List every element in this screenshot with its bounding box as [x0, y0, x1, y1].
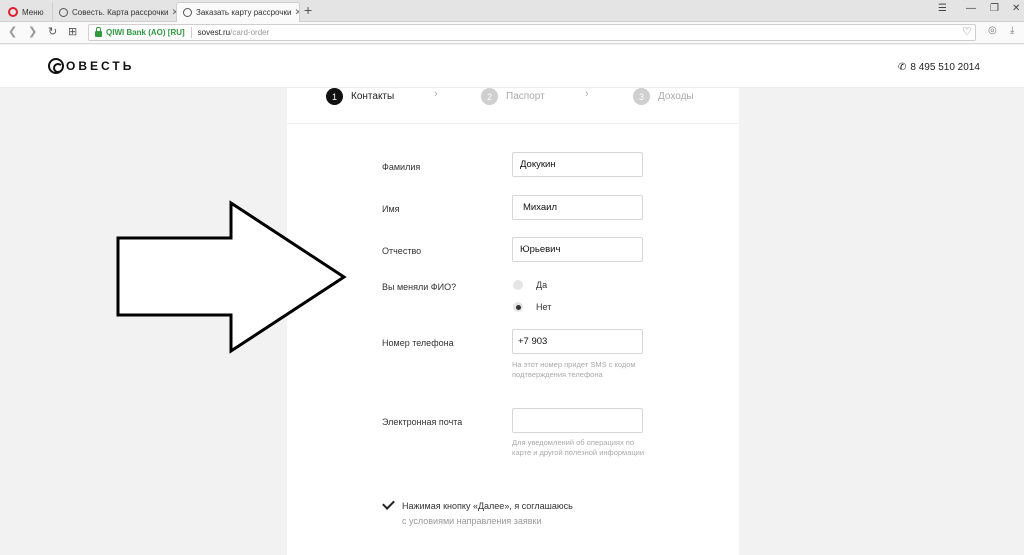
agree-text: Нажимая кнопку «Далее», я соглашаюсь	[402, 501, 573, 511]
url-host: sovest.ru	[197, 28, 231, 37]
name-changed-yes-radio[interactable]: Да	[513, 280, 547, 290]
address-bar: ❮ ❯ ↻ ⊞ QIWI Bank (AO) [RU] sovest.ru /c…	[0, 22, 1024, 44]
url-field[interactable]: QIWI Bank (AO) [RU] sovest.ru /card-orde…	[88, 24, 976, 41]
phone-number: 8 495 510 2014	[910, 62, 980, 73]
minimize-icon[interactable]: —	[966, 3, 976, 14]
checkmark-icon[interactable]	[382, 499, 394, 509]
phone-icon: ✆	[898, 62, 907, 73]
step-progress: 1 Контакты › 2 Паспорт › 3 Доходы	[287, 88, 739, 124]
chevron-right-icon: ›	[585, 88, 589, 100]
last-name-input[interactable]: Докукин	[512, 152, 643, 177]
header-phone[interactable]: ✆ 8 495 510 2014	[898, 62, 980, 73]
opera-logo-icon	[8, 7, 18, 17]
phone-hint: На этот номер придет SMS с кодом подтвер…	[512, 360, 636, 379]
browser-tab-bar: Меню Совесть. Карта рассрочки ✕ Заказать…	[0, 0, 1024, 22]
first-name-input[interactable]: Михаил	[512, 195, 643, 220]
step-label: Доходы	[658, 91, 694, 102]
radio-label: Да	[536, 280, 548, 290]
tab-title: Заказать карту рассрочки	[196, 8, 292, 17]
email-label: Электронная почта	[382, 417, 463, 427]
radio-button[interactable]	[513, 280, 523, 290]
url-path: /card-order	[230, 28, 270, 37]
last-name-label: Фамилия	[382, 162, 421, 172]
step-passport: 2 Паспорт	[481, 88, 545, 105]
tab-close-icon[interactable]: ✕	[169, 7, 177, 18]
reload-icon[interactable]: ↻	[48, 25, 57, 38]
card-order-form: 1 Контакты › 2 Паспорт › 3 Доходы Фамили…	[287, 88, 739, 555]
tab-close-icon[interactable]: ✕	[291, 7, 299, 18]
agree-text-block: Нажимая кнопку «Далее», я соглашаюсь с у…	[402, 499, 573, 529]
sovest-favicon-icon	[59, 7, 68, 17]
phone-input[interactable]: +7 903	[512, 329, 643, 354]
close-window-icon[interactable]: ✕	[1012, 3, 1020, 14]
logo-text: ОВЕСТЬ	[66, 59, 135, 73]
tab-card-order[interactable]: Заказать карту рассрочки ✕	[176, 2, 300, 22]
step-income: 3 Доходы	[633, 88, 694, 105]
agree-consent[interactable]: Нажимая кнопку «Далее», я соглашаюсь с у…	[382, 499, 573, 529]
tab-menu-icon[interactable]: ☰	[938, 3, 947, 14]
restore-icon[interactable]: ❐	[990, 3, 999, 14]
tab-title: Совесть. Карта рассрочки	[72, 7, 169, 17]
step-number: 2	[481, 88, 498, 105]
step-label: Паспорт	[506, 91, 545, 102]
tab-sovest-card[interactable]: Совесть. Карта рассрочки ✕	[52, 2, 176, 22]
security-badge[interactable]: QIWI Bank (AO) [RU]	[106, 28, 185, 37]
sovest-logo[interactable]: ОВЕСТЬ	[48, 58, 134, 74]
step-label: Контакты	[351, 91, 395, 102]
lock-icon	[95, 26, 102, 37]
back-icon[interactable]: ❮	[8, 25, 17, 38]
patronymic-label: Отчество	[382, 246, 422, 256]
first-name-label: Имя	[382, 204, 400, 214]
radio-button[interactable]	[513, 302, 523, 312]
chevron-right-icon: ›	[434, 88, 438, 100]
bookmark-heart-icon[interactable]: ♡	[962, 25, 972, 38]
step-number: 3	[633, 88, 650, 105]
step-contacts: 1 Контакты	[326, 88, 394, 105]
browser-menu-tab[interactable]: Меню	[2, 2, 50, 22]
patronymic-input[interactable]: Юрьевич	[512, 237, 643, 262]
agree-subtext: с условиями направления заявки	[402, 516, 542, 526]
forward-icon[interactable]: ❯	[28, 25, 37, 38]
name-changed-no-radio[interactable]: Нет	[513, 302, 551, 312]
phone-label: Номер телефона	[382, 338, 454, 348]
browser-menu-label: Меню	[22, 7, 44, 17]
new-tab-icon[interactable]: +	[304, 2, 312, 18]
download-icon[interactable]: ⤓	[1010, 25, 1014, 36]
email-input[interactable]	[512, 408, 643, 433]
radio-label: Нет	[536, 302, 552, 312]
vpn-icon[interactable]: ◎	[988, 25, 997, 36]
sovest-favicon-icon	[183, 8, 192, 17]
name-changed-label: Вы меняли ФИО?	[382, 282, 457, 292]
logo-c-icon	[48, 58, 64, 74]
url-divider	[190, 27, 192, 38]
speed-dial-icon[interactable]: ⊞	[68, 25, 77, 38]
site-header: ОВЕСТЬ ✆ 8 495 510 2014	[0, 45, 1024, 88]
annotation-arrow	[116, 200, 347, 354]
email-hint: Для уведомлений об операциях по карте и …	[512, 438, 645, 457]
step-number: 1	[326, 88, 343, 105]
